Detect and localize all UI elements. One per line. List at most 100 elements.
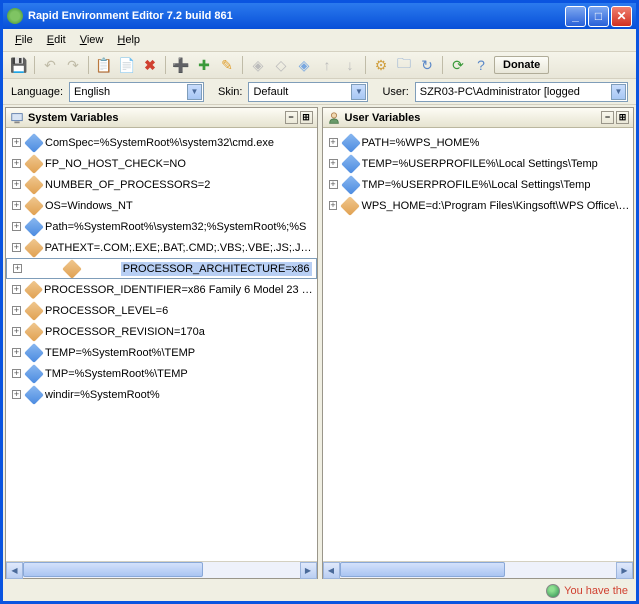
maximize-button[interactable]: □	[588, 6, 609, 27]
variable-row[interactable]: +PATH=%WPS_HOME%	[323, 132, 634, 153]
scroll-left-icon[interactable]: ◀	[6, 562, 23, 579]
variable-row[interactable]: + ComSpec=%SystemRoot%\system32\cmd.exe	[6, 132, 317, 153]
tag1-icon[interactable]: ◈	[248, 55, 268, 75]
expand-icon[interactable]: +	[329, 201, 338, 210]
language-select[interactable]: English▼	[69, 82, 204, 102]
globe-icon	[546, 584, 560, 598]
menu-view[interactable]: View	[74, 32, 110, 48]
variable-tree[interactable]: + ComSpec=%SystemRoot%\system32\cmd.exe +F…	[6, 128, 317, 561]
expand-icon[interactable]: +	[12, 159, 21, 168]
variable-row[interactable]: +windir=%SystemRoot%	[6, 384, 317, 405]
tag-icon	[24, 175, 44, 195]
variable-text: PROCESSOR_IDENTIFIER=x86 Family 6 Model …	[44, 284, 317, 296]
menu-help[interactable]: Help	[111, 32, 146, 48]
delete-icon[interactable]: ✖	[140, 55, 160, 75]
variable-row[interactable]: + PROCESSOR_ARCHITECTURE=x86	[6, 258, 317, 279]
minimize-button[interactable]: _	[565, 6, 586, 27]
expand-button[interactable]: ⊞	[300, 111, 313, 124]
variable-row[interactable]: +WPS_HOME=d:\Program Files\Kingsoft\WPS …	[323, 195, 634, 216]
expand-icon[interactable]: +	[12, 243, 21, 252]
variable-row[interactable]: +TMP=%SystemRoot%\TEMP	[6, 363, 317, 384]
tag-icon	[62, 259, 82, 279]
variable-row[interactable]: +TMP=%USERPROFILE%\Local Settings\Temp	[323, 174, 634, 195]
expand-icon[interactable]: +	[12, 285, 21, 294]
variable-row[interactable]: +PROCESSOR_REVISION=170a	[6, 321, 317, 342]
expand-icon[interactable]: +	[12, 180, 21, 189]
scroll-right-icon[interactable]: ▶	[616, 562, 633, 579]
expand-icon[interactable]: +	[12, 348, 21, 357]
undo-icon[interactable]: ↶	[40, 55, 60, 75]
panel-header: System Variables − ⊞	[6, 108, 317, 128]
status-bar: You have the	[3, 581, 636, 601]
expand-icon[interactable]: +	[329, 138, 338, 147]
chevron-down-icon: ▼	[187, 84, 202, 100]
panel-title: User Variables	[345, 112, 421, 124]
variable-row[interactable]: + TEMP=%USERPROFILE%\Local Settings\Temp	[323, 153, 634, 174]
donate-button[interactable]: Donate	[494, 56, 549, 74]
variable-row[interactable]: + NUMBER_OF_PROCESSORS=2	[6, 174, 317, 195]
refresh-icon[interactable]: ⟳	[448, 55, 468, 75]
status-text: You have the	[564, 585, 628, 597]
skin-select[interactable]: Default▼	[248, 82, 368, 102]
expand-icon[interactable]: +	[12, 369, 21, 378]
close-button[interactable]: ✕	[611, 6, 632, 27]
variable-row[interactable]: + PROCESSOR_IDENTIFIER=x86 Family 6 Model…	[6, 279, 317, 300]
add-value-icon[interactable]: ✚	[194, 55, 214, 75]
tag-icon	[24, 280, 43, 299]
variable-text: OS=Windows_NT	[45, 200, 133, 212]
paste-icon[interactable]: 📄	[117, 55, 137, 75]
scroll-right-icon[interactable]: ▶	[300, 562, 317, 579]
variable-text: PROCESSOR_ARCHITECTURE=x86	[121, 262, 312, 276]
restore-icon[interactable]: ↻	[417, 55, 437, 75]
expand-icon[interactable]: +	[13, 264, 22, 273]
backup-icon[interactable]: 🗀	[394, 55, 414, 75]
up-icon[interactable]: ↑	[317, 55, 337, 75]
variable-row[interactable]: +Path=%SystemRoot%\system32;%SystemRoot%…	[6, 216, 317, 237]
down-icon[interactable]: ↓	[340, 55, 360, 75]
tag-icon	[341, 196, 361, 216]
variable-row[interactable]: + OS=Windows_NT	[6, 195, 317, 216]
menu-edit[interactable]: Edit	[41, 32, 72, 48]
expand-icon[interactable]: +	[329, 180, 338, 189]
variable-row[interactable]: +PATHEXT=.COM;.EXE;.BAT;.CMD;.VBS;.VBE;.…	[6, 237, 317, 258]
settings-icon[interactable]: ⚙	[371, 55, 391, 75]
tag-icon	[24, 133, 44, 153]
add-var-icon[interactable]: ➕	[171, 55, 191, 75]
tag3-icon[interactable]: ◈	[294, 55, 314, 75]
variable-text: TEMP=%USERPROFILE%\Local Settings\Temp	[362, 158, 598, 170]
scroll-left-icon[interactable]: ◀	[323, 562, 340, 579]
redo-icon[interactable]: ↷	[63, 55, 83, 75]
variable-tree[interactable]: +PATH=%WPS_HOME%+TEMP=%USERPROFILE%\Loca…	[323, 128, 634, 561]
variable-text: NUMBER_OF_PROCESSORS=2	[45, 179, 210, 191]
user-select[interactable]: SZR03-PC\Administrator [logged▼	[415, 82, 628, 102]
help-icon[interactable]: ?	[471, 55, 491, 75]
expand-icon[interactable]: +	[12, 306, 21, 315]
variable-text: ComSpec=%SystemRoot%\system32\cmd.exe	[45, 137, 274, 149]
menu-file[interactable]: File	[9, 32, 39, 48]
expand-icon[interactable]: +	[329, 159, 338, 168]
chevron-down-icon: ▼	[351, 84, 366, 100]
edit-icon[interactable]: ✎	[217, 55, 237, 75]
collapse-button[interactable]: −	[285, 111, 298, 124]
variable-row[interactable]: +TEMP=%SystemRoot%\TEMP	[6, 342, 317, 363]
expand-button[interactable]: ⊞	[616, 111, 629, 124]
expand-icon[interactable]: +	[12, 390, 21, 399]
tag-icon	[341, 154, 361, 174]
tag-icon	[24, 385, 44, 405]
user-label: User:	[382, 86, 408, 98]
expand-icon[interactable]: +	[12, 138, 21, 147]
expand-icon[interactable]: +	[12, 327, 21, 336]
save-icon[interactable]: 💾	[9, 55, 29, 75]
collapse-button[interactable]: −	[601, 111, 614, 124]
horizontal-scrollbar[interactable]: ◀ ▶	[6, 561, 317, 578]
expand-icon[interactable]: +	[12, 201, 21, 210]
tag2-icon[interactable]: ◇	[271, 55, 291, 75]
toolbar: 💾 ↶ ↷ 📋 📄 ✖ ➕ ✚ ✎ ◈ ◇ ◈ ↑ ↓ ⚙ 🗀 ↻ ⟳ ? Do…	[3, 51, 636, 79]
variable-row[interactable]: +FP_NO_HOST_CHECK=NO	[6, 153, 317, 174]
menu-bar: File Edit View Help	[3, 29, 636, 51]
tag-icon	[24, 238, 44, 258]
expand-icon[interactable]: +	[12, 222, 21, 231]
copy-icon[interactable]: 📋	[94, 55, 114, 75]
variable-row[interactable]: +PROCESSOR_LEVEL=6	[6, 300, 317, 321]
horizontal-scrollbar[interactable]: ◀ ▶	[323, 561, 634, 578]
